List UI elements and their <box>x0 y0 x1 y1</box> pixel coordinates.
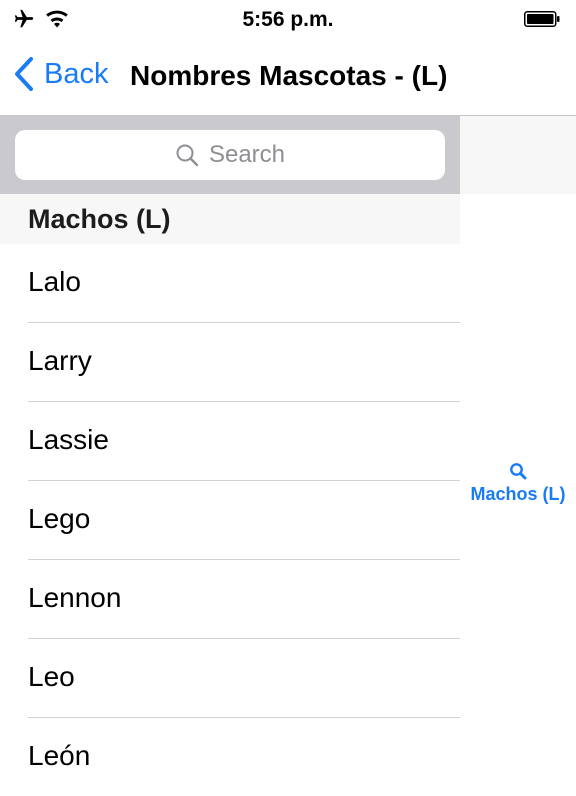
list-item-label: Leo <box>28 661 75 692</box>
list-item[interactable]: Lennon <box>28 560 460 639</box>
search-placeholder: Search <box>208 141 286 168</box>
status-time: 5:56 p.m. <box>242 8 334 31</box>
list-item-label: Lalo <box>28 266 81 297</box>
status-bar: 5:56 p.m. <box>0 0 576 40</box>
search-icon[interactable] <box>509 462 527 480</box>
index-top-background <box>460 116 576 194</box>
page-title: Nombres Mascotas - (L) <box>130 60 448 91</box>
names-list: Lalo Larry Lassie Lego Lennon Leo León <box>0 244 460 796</box>
back-button[interactable]: Back <box>14 56 108 92</box>
section-header-label: Machos (L) <box>28 204 171 234</box>
list-item-label: Lassie <box>28 424 109 455</box>
list-item-label: Lennon <box>28 582 122 613</box>
list-item-label: Lego <box>28 503 91 534</box>
section-index-label[interactable]: Machos (L) <box>460 484 576 505</box>
battery-icon <box>524 11 560 27</box>
list-item-label: León <box>28 740 91 771</box>
navigation-bar: Back Nombres Mascotas - (L) <box>0 40 576 116</box>
list-item-label: Larry <box>28 345 92 376</box>
section-index[interactable]: Machos (L) <box>460 462 576 505</box>
list-item[interactable]: Lassie <box>28 402 460 481</box>
search-input[interactable]: Search <box>15 130 445 180</box>
list-item[interactable]: Leo <box>28 639 460 718</box>
list-item[interactable]: León <box>28 718 460 796</box>
list-item[interactable]: Larry <box>28 323 460 402</box>
back-button-label: Back <box>44 57 109 90</box>
section-header: Machos (L) <box>0 194 460 244</box>
chevron-left-icon <box>15 57 33 91</box>
search-bar: Search <box>0 116 460 194</box>
list-item[interactable]: Lalo <box>28 244 460 323</box>
list-item[interactable]: Lego <box>28 481 460 560</box>
search-icon <box>176 144 199 167</box>
